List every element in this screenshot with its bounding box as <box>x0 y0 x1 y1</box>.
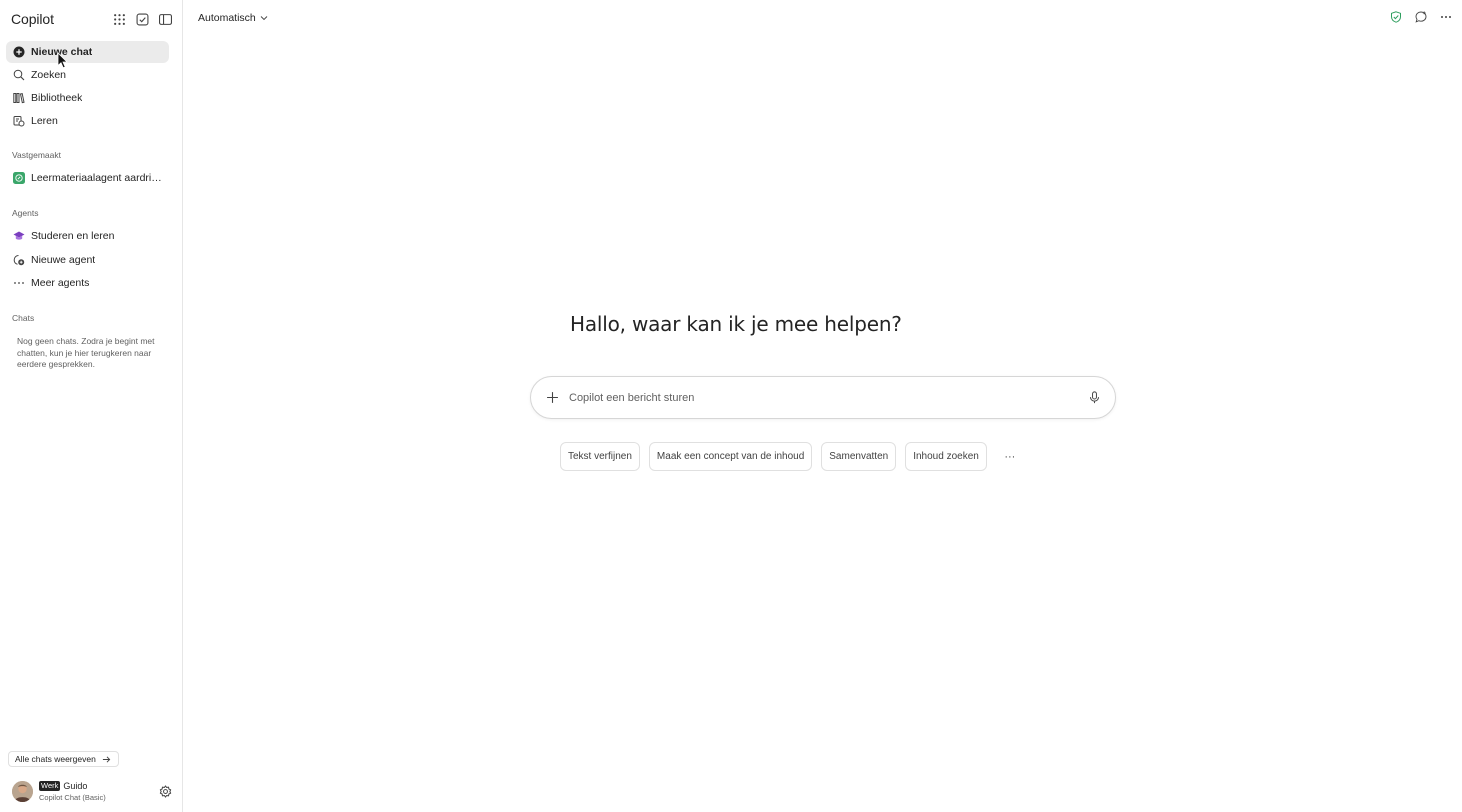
pinned-section-label: Vastgemaakt <box>12 150 61 160</box>
agent-green-icon <box>12 172 25 185</box>
model-selector[interactable]: Automatisch <box>198 12 268 24</box>
nav-library[interactable]: Bibliotheek <box>6 87 169 109</box>
avatar <box>12 780 33 802</box>
copilot-app: Copilot Nieuwe chat Zoeken Bibliotheek L… <box>0 0 1462 812</box>
user-line: Werk Guido <box>39 780 106 791</box>
sidebar-header: Copilot <box>0 0 182 38</box>
agent-label: Studeren en leren <box>31 230 115 242</box>
all-chats-button[interactable]: Alle chats weergeven <box>8 751 119 767</box>
sidebar-header-actions <box>112 12 172 26</box>
topbar: Automatisch <box>183 0 1462 36</box>
nav-label: Nieuwe chat <box>31 46 93 58</box>
nav-learn[interactable]: Leren <box>6 110 169 132</box>
chats-empty-message: Nog geen chats. Zodra je begint met chat… <box>17 336 155 369</box>
tasks-check-icon[interactable] <box>135 12 149 26</box>
chips-more-button[interactable]: ··· <box>996 442 1024 471</box>
message-composer <box>530 376 1116 419</box>
shield-check-icon[interactable] <box>1389 10 1402 23</box>
chip-samenvatten[interactable]: Samenvatten <box>821 442 897 471</box>
microphone-icon[interactable] <box>1088 391 1101 404</box>
chip-maak-concept[interactable]: Maak een concept van de inhoud <box>648 442 813 471</box>
search-icon <box>12 69 25 82</box>
nav-new-chat[interactable]: Nieuwe chat <box>6 41 169 63</box>
nav-label: Zoeken <box>31 69 67 81</box>
pinned-list: Leermateriaalagent aardrijk... <box>0 167 182 189</box>
learn-icon <box>12 115 25 128</box>
sidebar: Copilot Nieuwe chat Zoeken Bibliotheek L… <box>0 0 183 812</box>
agent-label: Nieuwe agent <box>31 254 96 266</box>
pinned-item-leermateriaalagent[interactable]: Leermateriaalagent aardrijk... <box>6 167 169 189</box>
user-plan: Copilot Chat (Basic) <box>39 792 106 802</box>
user-info: Werk Guido Copilot Chat (Basic) <box>39 780 106 802</box>
sidebar-nav: Nieuwe chat Zoeken Bibliotheek Leren <box>0 41 182 132</box>
user-name: Guido <box>63 780 88 791</box>
agent-item-nieuwe-agent[interactable]: Nieuwe agent <box>6 249 169 271</box>
model-selector-label: Automatisch <box>198 12 256 24</box>
greeting-heading: Hallo, waar kan ik je mee helpen? <box>570 312 902 336</box>
sidebar-toggle-icon[interactable] <box>158 12 172 26</box>
library-icon <box>12 92 25 105</box>
agent-item-meer-agents[interactable]: Meer agents <box>6 272 169 294</box>
work-badge: Werk <box>39 780 61 791</box>
chats-section-label: Chats <box>12 313 35 323</box>
apps-grid-icon[interactable] <box>112 12 126 26</box>
new-chat-plus-icon <box>12 46 25 59</box>
nav-label: Bibliotheek <box>31 92 83 104</box>
new-agent-icon <box>12 254 25 267</box>
arrow-right-icon <box>102 755 111 763</box>
main-area: Automatisch Hallo, waar kan ik je mee he… <box>183 0 1462 812</box>
gear-icon[interactable] <box>159 784 172 798</box>
all-chats-label: Alle chats weergeven <box>15 754 96 764</box>
agents-list: Studeren en leren Nieuwe agent Meer agen… <box>0 225 182 294</box>
app-title: Copilot <box>11 11 54 27</box>
agent-label: Meer agents <box>31 277 90 289</box>
user-profile[interactable]: Werk Guido Copilot Chat (Basic) <box>12 778 172 804</box>
chevron-down-icon <box>260 16 268 21</box>
chip-inhoud-zoeken[interactable]: Inhoud zoeken <box>905 442 987 471</box>
chip-tekst-verfijnen[interactable]: Tekst verfijnen <box>560 442 640 471</box>
nav-search[interactable]: Zoeken <box>6 64 169 86</box>
nav-label: Leren <box>31 115 58 127</box>
more-options-icon[interactable] <box>1439 10 1452 23</box>
agents-section-label: Agents <box>12 208 39 218</box>
more-dots-icon <box>12 277 25 290</box>
suggestion-chips: Tekst verfijnen Maak een concept van de … <box>560 442 1024 471</box>
new-chat-bubble-icon[interactable] <box>1414 10 1427 23</box>
topbar-actions <box>1389 10 1452 23</box>
agent-item-studeren[interactable]: Studeren en leren <box>6 225 169 247</box>
pinned-label: Leermateriaalagent aardrijk... <box>31 172 163 184</box>
message-input[interactable] <box>569 391 1088 404</box>
graduation-cap-icon <box>12 230 25 243</box>
add-attachment-icon[interactable] <box>546 391 559 404</box>
